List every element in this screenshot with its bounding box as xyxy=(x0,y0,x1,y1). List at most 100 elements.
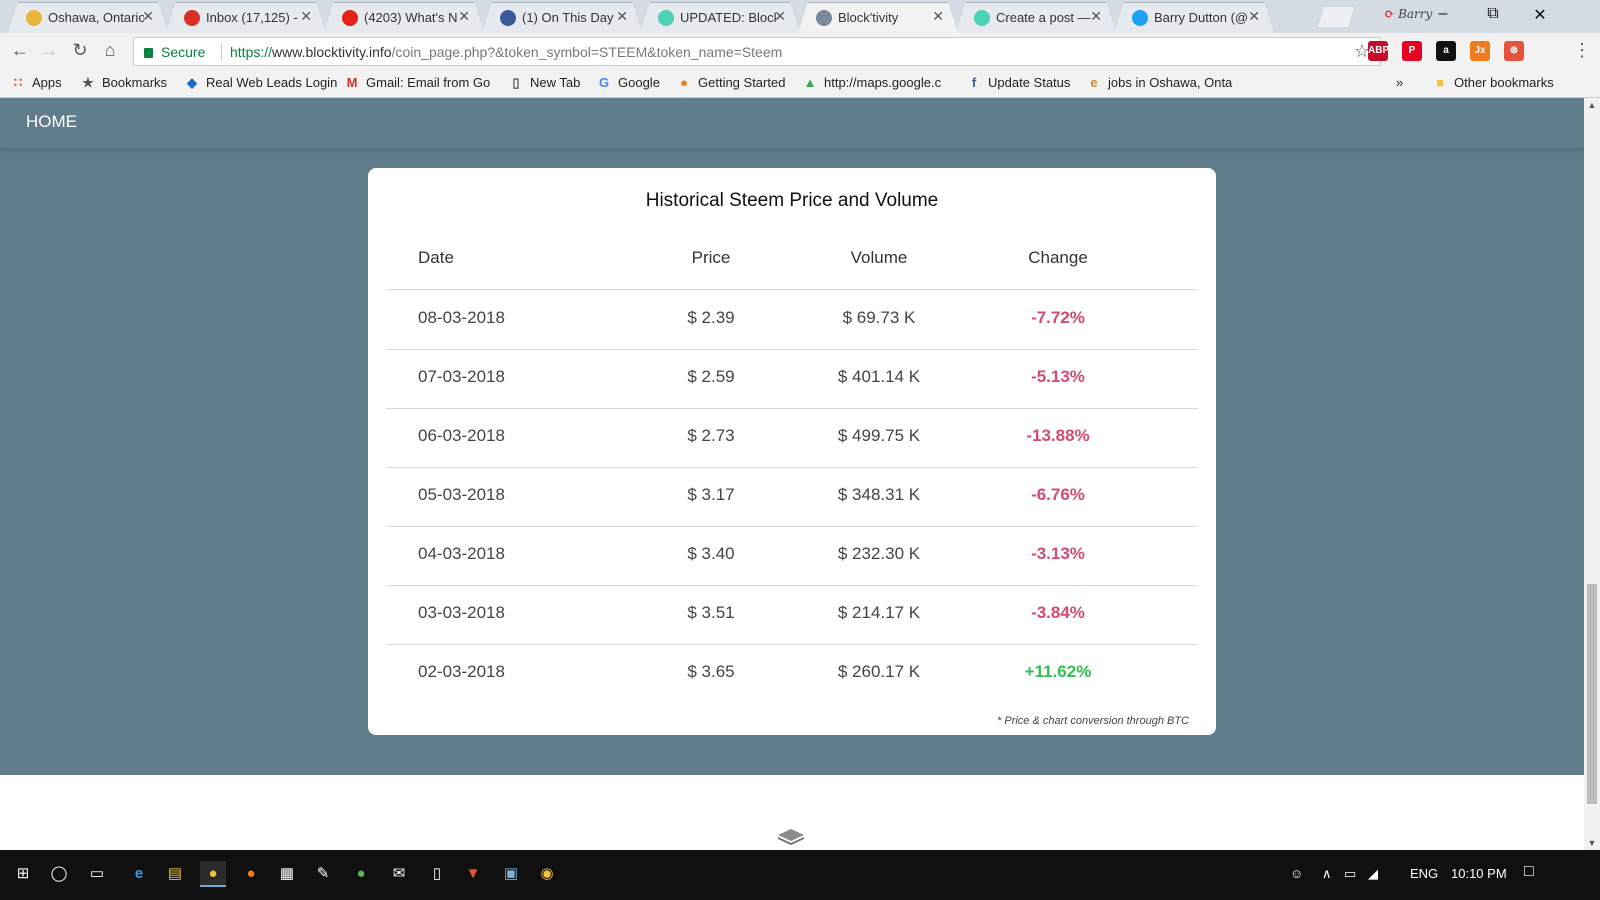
table-row: 07-03-2018 $ 2.59 $ 401.14 K -5.13% xyxy=(386,349,1198,409)
profile-icon: ⟳ xyxy=(1384,7,1395,21)
table-row: 05-03-2018 $ 3.17 $ 348.31 K -6.76% xyxy=(386,467,1198,527)
cell-change: +11.62% xyxy=(1024,662,1092,681)
other-bookmarks[interactable]: ■ Other bookmarks xyxy=(1432,75,1554,90)
people-icon[interactable]: ☺ xyxy=(1290,866,1303,881)
pinterest-icon[interactable]: P xyxy=(1402,41,1422,61)
tab-close-icon[interactable]: ✕ xyxy=(458,8,470,25)
firefox-icon[interactable]: ● xyxy=(238,861,264,887)
tray-expand-icon[interactable]: ∧ xyxy=(1322,866,1332,882)
apps-grid-icon: ∷ xyxy=(13,75,23,90)
table-header: Date Price Volume Change xyxy=(386,238,1198,290)
task-view-icon[interactable]: ▭ xyxy=(84,861,110,887)
bookmark-item[interactable]: f Update Status xyxy=(966,75,1071,90)
tab-close-icon[interactable]: ✕ xyxy=(1090,8,1102,25)
bookmark-item[interactable]: ∷ Apps xyxy=(10,75,62,91)
bookmark-item[interactable]: ◆ Real Web Leads Login xyxy=(184,75,337,91)
tab-close-icon[interactable]: ✕ xyxy=(616,8,628,25)
cell-change: -3.84% xyxy=(1031,603,1085,622)
reload-button[interactable]: ↻ xyxy=(68,40,92,61)
windows-start-icon[interactable]: ⊞ xyxy=(10,861,36,887)
jx-icon[interactable]: Jx xyxy=(1470,41,1490,61)
steemit-icon xyxy=(974,10,990,26)
browser-tab[interactable]: Create a post — ✕ xyxy=(956,2,1116,33)
bookmark-item[interactable]: ▲ http://maps.google.c xyxy=(802,75,942,90)
scroll-down-arrow-icon[interactable]: ▼ xyxy=(1584,838,1600,848)
browser-tab[interactable]: (1) On This Day ✕ xyxy=(482,2,642,33)
bookmarks-bar: » ■ Other bookmarks ∷ Apps ★ Bookmarks ◆ Real … xyxy=(0,70,1600,98)
cell-price: $ 2.59 xyxy=(687,367,735,386)
bookmark-item[interactable]: ★ Bookmarks xyxy=(80,75,167,91)
twitter-icon xyxy=(1132,10,1148,26)
browser-toolbar: ← → ↻ ⌂ Secure https://www.blocktivity.i… xyxy=(0,33,1600,70)
browser-tab[interactable]: Oshawa, Ontario ✕ xyxy=(8,2,168,33)
minimize-button[interactable]: – xyxy=(1428,5,1458,23)
tab-close-icon[interactable]: ✕ xyxy=(1248,8,1260,25)
cortana-icon[interactable]: ◯ xyxy=(46,861,72,887)
bookmark-item[interactable]: G Google xyxy=(596,75,660,90)
browser-tab[interactable]: UPDATED: Block ✕ xyxy=(640,2,800,33)
url-host: www.blocktivity.info xyxy=(272,44,392,60)
bookmark-item[interactable]: ● Getting Started xyxy=(676,75,785,90)
tab-title: (1) On This Day xyxy=(522,10,614,25)
nav-home-link[interactable]: HOME xyxy=(26,112,77,132)
clock[interactable]: 10:10 PM xyxy=(1451,866,1507,881)
amazon-icon[interactable]: a xyxy=(1436,41,1456,61)
browser-tab[interactable]: Barry Dutton (@ ✕ xyxy=(1114,2,1274,33)
browser-tab[interactable]: Inbox (17,125) - ✕ xyxy=(166,2,326,33)
youtube-icon xyxy=(342,10,358,26)
bookmark-item[interactable]: ▯ New Tab xyxy=(508,75,580,91)
browser-tab[interactable]: (4203) What's N ✕ xyxy=(324,2,484,33)
tab-close-icon[interactable]: ✕ xyxy=(774,8,786,25)
menu-icon[interactable]: ⋮ xyxy=(1570,40,1594,61)
cell-price: $ 2.39 xyxy=(687,308,735,327)
lock-icon xyxy=(144,48,153,58)
cell-change: -6.76% xyxy=(1031,485,1085,504)
language-indicator[interactable]: ENG xyxy=(1410,866,1438,881)
bookmarks-overflow-button[interactable]: » xyxy=(1396,75,1403,90)
google-icon: G xyxy=(598,75,610,90)
app-icon[interactable]: ▣ xyxy=(498,861,524,887)
browser-tab[interactable]: Block'tivity ✕ xyxy=(798,2,958,33)
new-tab-button[interactable] xyxy=(1318,7,1354,27)
tab-close-icon[interactable]: ✕ xyxy=(300,8,312,25)
firefox-icon: ● xyxy=(680,75,688,90)
chrome-canary-icon[interactable]: ◉ xyxy=(534,861,560,887)
bookmark-label: Bookmarks xyxy=(102,75,168,90)
calculator-grid-icon[interactable]: ▦ xyxy=(274,861,300,887)
chrome-icon[interactable]: ● xyxy=(200,861,226,887)
steemit-icon xyxy=(658,10,674,26)
brave-icon[interactable]: ▼ xyxy=(460,861,486,887)
restore-button[interactable]: ⧉ xyxy=(1478,5,1508,23)
table-row: 02-03-2018 $ 3.65 $ 260.17 K +11.62% xyxy=(386,644,1198,704)
battery-icon[interactable]: ▭ xyxy=(1344,866,1356,882)
close-window-button[interactable]: ✕ xyxy=(1525,5,1555,25)
cell-volume: $ 499.75 K xyxy=(837,426,921,445)
bookmark-item[interactable]: e jobs in Oshawa, Onta xyxy=(1086,75,1232,90)
edge-icon[interactable]: e xyxy=(126,861,152,887)
back-button[interactable]: ← xyxy=(8,40,32,61)
secure-indicator[interactable]: Secure xyxy=(144,44,205,60)
page-scrollbar[interactable]: ▲ ▼ xyxy=(1584,98,1600,850)
tab-close-icon[interactable]: ✕ xyxy=(932,8,944,25)
mail-icon[interactable]: ✉ xyxy=(386,861,412,887)
tab-close-icon[interactable]: ✕ xyxy=(142,8,154,25)
bookmark-label: Google xyxy=(618,75,660,90)
address-bar[interactable]: Secure https://www.blocktivity.info/coin… xyxy=(133,37,1381,66)
globe-icon[interactable]: ● xyxy=(348,861,374,887)
url-text[interactable]: https://www.blocktivity.info/coin_page.p… xyxy=(230,44,782,60)
extension-red-icon[interactable]: ⊗ xyxy=(1504,41,1524,61)
scroll-thumb[interactable] xyxy=(1587,584,1597,804)
scroll-up-arrow-icon[interactable]: ▲ xyxy=(1584,100,1600,110)
action-center-icon[interactable]: □ xyxy=(1524,863,1534,881)
file-explorer-icon[interactable]: ▤ xyxy=(162,861,188,887)
calculator-icon[interactable]: ▯ xyxy=(424,861,450,887)
cell-date: 06-03-2018 xyxy=(418,426,505,445)
bookmark-item[interactable]: M Gmail: Email from Go xyxy=(344,75,491,90)
cell-price: $ 3.65 xyxy=(687,662,735,681)
profile-button[interactable]: ⟳ Barry xyxy=(1384,7,1432,21)
wifi-icon[interactable]: ◢ xyxy=(1368,866,1378,882)
paint-icon[interactable]: ✎ xyxy=(310,861,336,887)
adblock-icon[interactable]: ABP xyxy=(1368,41,1389,61)
forward-button[interactable]: → xyxy=(37,40,61,61)
home-button[interactable]: ⌂ xyxy=(98,40,122,61)
